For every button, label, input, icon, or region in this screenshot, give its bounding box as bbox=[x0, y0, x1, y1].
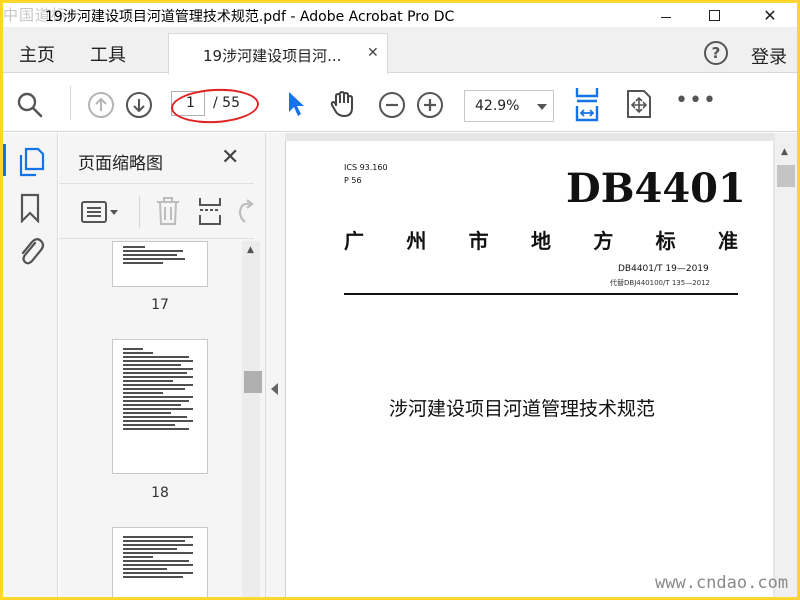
rotate-icon[interactable] bbox=[235, 198, 255, 226]
scroll-up-icon[interactable]: ▲ bbox=[247, 245, 254, 255]
login-button[interactable]: 登录 bbox=[751, 43, 787, 69]
standard-type-char: 标 bbox=[655, 229, 676, 253]
maximize-icon bbox=[708, 9, 720, 21]
tab-home[interactable]: 主页 bbox=[19, 41, 55, 67]
thumbnail-page-number: 18 bbox=[151, 485, 169, 501]
standard-type-char: 市 bbox=[468, 229, 489, 253]
tab-tools[interactable]: 工具 bbox=[90, 41, 126, 67]
panel-title: 页面缩略图 bbox=[78, 154, 163, 174]
replaces-note: 代替DBJ440100/T 135—2012 bbox=[610, 279, 711, 287]
collapse-panel-handle[interactable] bbox=[266, 133, 285, 597]
close-panel-button[interactable]: ✕ bbox=[221, 145, 239, 170]
panel-toolbar bbox=[59, 183, 254, 239]
scrollbar-thumb[interactable] bbox=[244, 371, 262, 393]
zoom-in-icon[interactable] bbox=[416, 91, 444, 119]
navigation-pane-bar bbox=[3, 133, 58, 597]
standard-number: DB4401/T 19—2019 bbox=[618, 264, 709, 274]
thumbnail-page-number: 17 bbox=[151, 297, 169, 313]
minimize-icon bbox=[661, 16, 671, 18]
page-thumbnails-icon[interactable] bbox=[17, 147, 45, 177]
delete-icon[interactable] bbox=[155, 196, 181, 226]
zoom-level-dropdown[interactable]: 42.9% bbox=[464, 90, 554, 122]
hand-icon[interactable] bbox=[327, 88, 359, 120]
site-watermark: www.cndao.com bbox=[655, 573, 789, 593]
active-indicator bbox=[3, 144, 6, 176]
tab-close-button[interactable]: ✕ bbox=[367, 45, 379, 61]
next-page-icon[interactable] bbox=[125, 91, 153, 119]
zoom-out-icon[interactable] bbox=[378, 91, 406, 119]
previous-page-icon[interactable] bbox=[87, 91, 115, 119]
attachment-icon[interactable] bbox=[17, 235, 45, 267]
pdf-page: ICS 93.160 P 56 DB4401 广 州 市 地 方 标 准 DB4… bbox=[285, 141, 773, 597]
chevron-down-icon bbox=[537, 104, 547, 110]
page-thumbnail-18[interactable] bbox=[112, 339, 208, 474]
acrobat-window: 中国道标 19涉河建设项目河道管理技术规范.pdf - Adobe Acroba… bbox=[3, 3, 797, 597]
document-title: 涉河建设项目河道管理技术规范 bbox=[389, 398, 656, 420]
minimize-button[interactable] bbox=[643, 3, 689, 27]
window-title: 19涉河建设项目河道管理技术规范.pdf - Adobe Acrobat Pro… bbox=[45, 9, 455, 25]
insert-page-icon[interactable] bbox=[197, 196, 223, 226]
collapse-arrow-icon bbox=[271, 383, 278, 395]
help-icon[interactable]: ? bbox=[704, 41, 728, 65]
toolbar: 1 / 55 42.9% ••• bbox=[3, 74, 797, 132]
document-viewer: ICS 93.160 P 56 DB4401 广 州 市 地 方 标 准 DB4… bbox=[285, 133, 797, 597]
close-window-button[interactable]: ✕ bbox=[747, 3, 793, 27]
scroll-up-icon[interactable]: ▲ bbox=[781, 147, 788, 157]
ics-code: ICS 93.160 bbox=[344, 163, 388, 172]
options-menu-icon[interactable] bbox=[81, 200, 121, 224]
panel-toolbar-divider bbox=[139, 196, 140, 228]
tab-document-label: 19涉河建设项目河... bbox=[203, 47, 342, 65]
tab-row: 主页 工具 19涉河建设项目河... ✕ ? 登录 bbox=[3, 27, 797, 74]
fit-page-icon[interactable] bbox=[573, 86, 601, 122]
thumbnail-scrollbar[interactable]: ▲ bbox=[242, 241, 262, 597]
thumbnails-panel: 页面缩略图 ✕ 17 18 ▲ bbox=[59, 133, 266, 597]
standard-type-char: 准 bbox=[717, 229, 738, 253]
maximize-button[interactable] bbox=[691, 3, 737, 27]
thumbnail-list: 17 18 bbox=[59, 241, 241, 597]
standard-code: DB4401 bbox=[566, 165, 746, 212]
tab-document[interactable]: 19涉河建设项目河... ✕ bbox=[168, 33, 388, 74]
standard-type-char: 州 bbox=[406, 229, 427, 253]
title-bar: 中国道标 19涉河建设项目河道管理技术规范.pdf - Adobe Acroba… bbox=[3, 3, 797, 27]
document-scrollbar[interactable]: ▲ bbox=[775, 133, 797, 597]
select-arrow-icon[interactable] bbox=[286, 90, 306, 118]
search-icon[interactable] bbox=[17, 92, 43, 118]
standard-type-char: 地 bbox=[530, 229, 551, 253]
scrollbar-thumb[interactable] bbox=[777, 165, 795, 187]
more-tools-button[interactable]: ••• bbox=[675, 88, 717, 113]
bookmark-icon[interactable] bbox=[19, 193, 41, 223]
header-rule bbox=[344, 293, 738, 295]
standard-type-char: 广 bbox=[344, 229, 364, 253]
standard-type-char: 方 bbox=[593, 229, 614, 253]
full-screen-icon[interactable] bbox=[625, 88, 653, 120]
page-thumbnail-19[interactable] bbox=[112, 527, 208, 597]
toolbar-divider bbox=[70, 86, 71, 120]
page-thumbnail-17[interactable] bbox=[112, 241, 208, 287]
classification-code: P 56 bbox=[344, 176, 362, 185]
standard-type-line: 广 州 市 地 方 标 准 bbox=[344, 225, 738, 254]
zoom-value: 42.9% bbox=[475, 98, 520, 114]
